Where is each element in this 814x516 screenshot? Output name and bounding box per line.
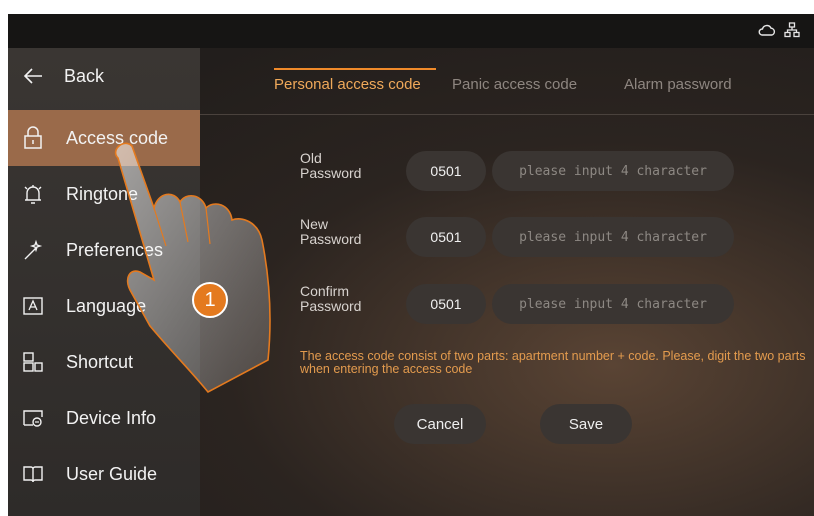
old-password-label: Old Password (300, 151, 390, 181)
tab-personal-access-code[interactable]: Personal access code (274, 76, 421, 93)
bell-icon (22, 183, 44, 205)
label-line: Password (300, 165, 362, 181)
device-screen: Back Access code Ringtone Preferences La (8, 14, 814, 516)
label-line: Confirm (300, 283, 350, 299)
shortcut-icon (22, 351, 44, 373)
new-password-value[interactable]: 0501 (406, 217, 486, 257)
book-icon (22, 463, 44, 485)
active-tab-indicator (274, 68, 436, 70)
sidebar-item-label: Preferences (66, 239, 164, 260)
cancel-button[interactable]: Cancel (394, 404, 486, 444)
magic-wand-icon (22, 239, 44, 261)
tab-alarm-password[interactable]: Alarm password (624, 76, 732, 93)
confirm-password-label: Confirm Password (300, 284, 390, 314)
sidebar-item-preferences[interactable]: Preferences (8, 222, 200, 278)
tab-panic-access-code[interactable]: Panic access code (452, 76, 577, 93)
sidebar: Back Access code Ringtone Preferences La (8, 48, 200, 516)
confirm-password-input[interactable]: please input 4 character (492, 284, 734, 324)
back-button[interactable]: Back (8, 48, 200, 104)
tab-bar: Personal access code Panic access code A… (200, 48, 814, 118)
label-line: Password (300, 298, 362, 314)
device-info-icon (22, 407, 44, 429)
sidebar-item-label: Ringtone (66, 183, 139, 204)
label-line: New (300, 216, 329, 232)
label-line: Old (300, 150, 322, 166)
old-password-value[interactable]: 0501 (406, 151, 486, 191)
save-button[interactable]: Save (540, 404, 632, 444)
new-password-input[interactable]: please input 4 character (492, 217, 734, 257)
label-line: Password (300, 231, 362, 247)
sidebar-item-shortcut[interactable]: Shortcut (8, 334, 200, 390)
sidebar-item-label: Access code (66, 127, 169, 148)
network-icon (784, 22, 800, 38)
language-icon (22, 295, 44, 317)
sidebar-item-label: User Guide (66, 463, 158, 484)
lock-icon (22, 126, 44, 149)
cloud-icon (758, 22, 776, 38)
status-bar (8, 14, 814, 48)
back-label: Back (64, 65, 105, 86)
new-password-label: New Password (300, 217, 390, 247)
access-code-hint: The access code consist of two parts: ap… (300, 349, 806, 376)
sidebar-item-label: Language (66, 295, 147, 316)
sidebar-item-device-info[interactable]: Device Info (8, 390, 200, 446)
sidebar-item-ringtone[interactable]: Ringtone (8, 166, 200, 222)
arrow-left-icon (22, 65, 44, 87)
tabs-divider (200, 114, 814, 115)
confirm-password-value[interactable]: 0501 (406, 284, 486, 324)
sidebar-item-language[interactable]: Language (8, 278, 200, 334)
sidebar-item-label: Device Info (66, 407, 157, 428)
sidebar-item-label: Shortcut (66, 351, 134, 372)
sidebar-item-user-guide[interactable]: User Guide (8, 446, 200, 502)
sidebar-item-access-code[interactable]: Access code (8, 110, 200, 166)
step-number-badge: 1 (192, 282, 228, 318)
old-password-input[interactable]: please input 4 character (492, 151, 734, 191)
